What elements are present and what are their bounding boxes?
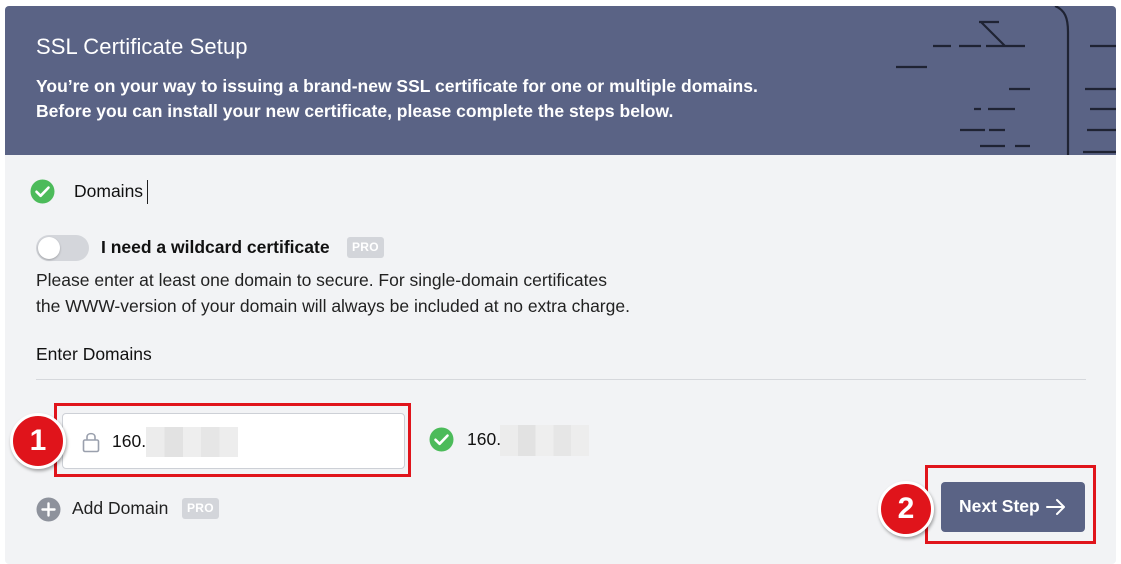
validated-domain-value: 160. [467,429,502,449]
redacted-domain [500,425,589,456]
circuit-decoration-icon [896,6,1116,155]
info-line2: the WWW-version of your domain will alwa… [36,296,630,316]
text-cursor [147,180,148,204]
pro-badge: PRO [182,498,219,519]
redacted-domain [146,427,238,457]
section-divider [36,379,1086,380]
arrow-right-icon [1046,499,1065,515]
wildcard-label: I need a wildcard certificate [101,237,330,257]
header-banner: SSL Certificate Setup You’re on your way… [5,6,1116,155]
pro-badge: PRO [347,237,384,258]
toggle-knob [38,237,60,259]
header-description-line2: Before you can install your new certific… [36,101,674,121]
domain-input-value: 160. [112,431,147,451]
header-description: You’re on your way to issuing a brand-ne… [36,74,816,124]
ssl-setup-panel: SSL Certificate Setup You’re on your way… [5,6,1116,564]
next-step-button[interactable]: Next Step [941,482,1085,532]
step-title-domains: Domains [74,181,144,201]
callout-number-1: 1 [10,413,66,469]
check-circle-icon [429,427,454,452]
plus-circle-icon[interactable] [36,497,61,522]
domain-info-text: Please enter at least one domain to secu… [36,267,736,319]
lock-icon [82,432,100,453]
next-step-label: Next Step [959,496,1040,516]
check-circle-icon [30,179,55,204]
enter-domains-label: Enter Domains [36,344,152,364]
add-domain-link[interactable]: Add Domain [72,498,168,519]
header-description-line1: You’re on your way to issuing a brand-ne… [36,76,758,96]
page-title: SSL Certificate Setup [36,34,248,59]
info-line1: Please enter at least one domain to secu… [36,270,607,290]
wildcard-toggle[interactable] [36,235,89,261]
callout-number-2: 2 [878,481,934,537]
domain-input[interactable]: 160. [62,413,405,469]
